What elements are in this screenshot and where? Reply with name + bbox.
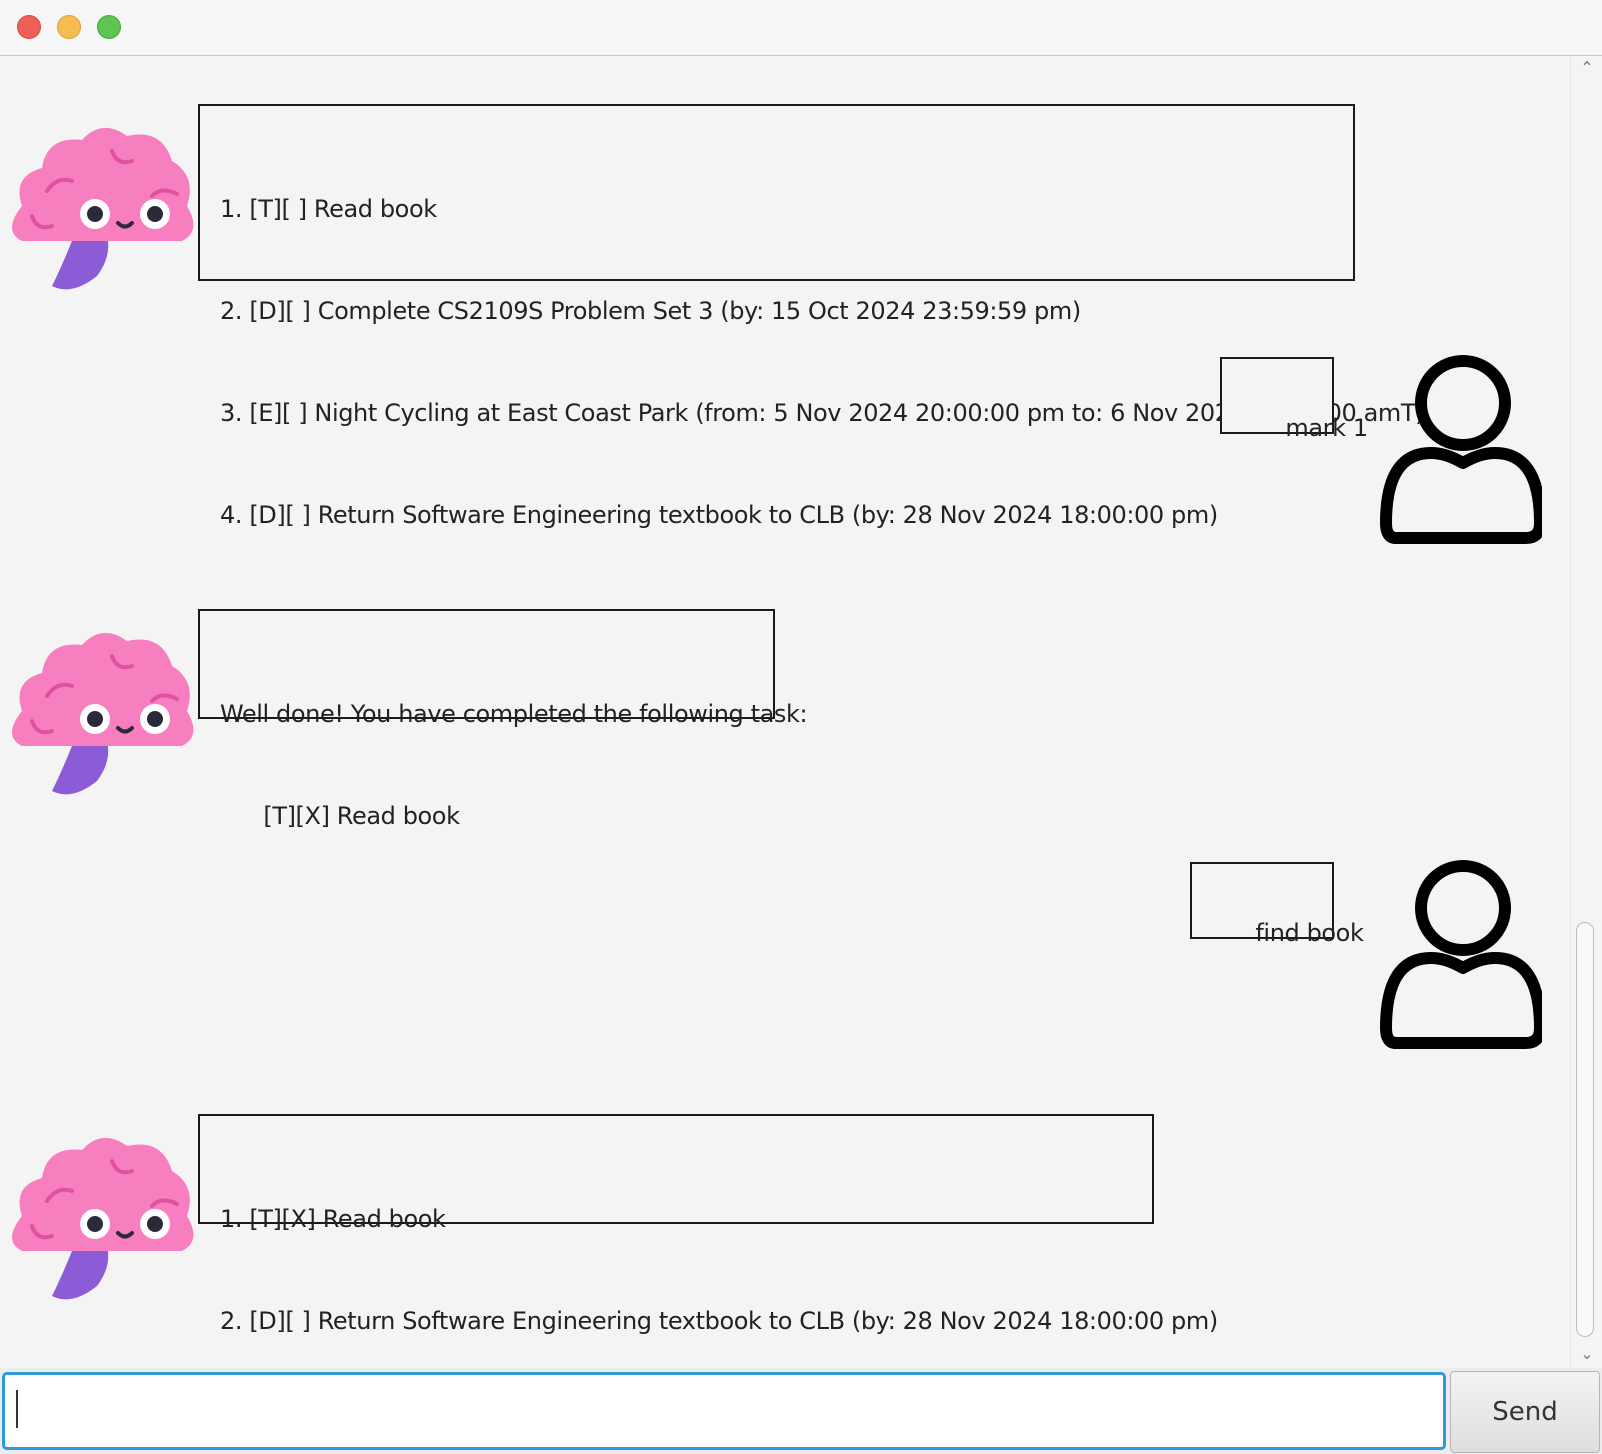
message-line: 3. [E][ ] Night Cycling at East Coast Pa…	[220, 399, 1425, 427]
title-bar	[0, 0, 1602, 56]
user-outline-icon	[1380, 355, 1542, 544]
message-line: 2. [D][ ] Complete CS2109S Problem Set 3…	[220, 297, 1081, 325]
close-window-button[interactable]	[17, 15, 41, 39]
user-message-bubble: mark 1	[1220, 357, 1368, 442]
message-line: 2. [D][ ] Return Software Engineering te…	[220, 1307, 1218, 1335]
message-line: 1. [T][ ] Read book	[220, 195, 437, 223]
message-text: mark 1	[1285, 414, 1368, 442]
minimize-window-button[interactable]	[57, 15, 81, 39]
brain-mascot-icon	[12, 127, 194, 290]
scroll-thumb[interactable]	[1576, 922, 1594, 1337]
brain-mascot-icon	[12, 1137, 194, 1300]
message-input[interactable]	[2, 1372, 1446, 1450]
brain-mascot-icon	[12, 632, 194, 795]
message-line: 4. [D][ ] Return Software Engineering te…	[220, 501, 1218, 529]
user-message-bubble: find book	[1190, 862, 1364, 947]
zoom-window-button[interactable]	[97, 15, 121, 39]
message-text: find book	[1255, 919, 1364, 947]
scroll-down-icon[interactable]: ⌄	[1579, 1346, 1595, 1362]
scroll-up-icon[interactable]: ⌃	[1579, 60, 1595, 76]
bot-message-bubble: 1. [T][X] Read book 2. [D][ ] Return Sof…	[198, 1114, 1218, 1335]
user-outline-icon	[1380, 860, 1542, 1049]
bot-message-bubble: Well done! You have completed the follow…	[198, 609, 808, 830]
app-window: 1. [T][ ] Read book 2. [D][ ] Complete C…	[0, 0, 1602, 1454]
message-line: Well done! You have completed the follow…	[220, 700, 808, 728]
message-line: [T][X] Read book	[220, 802, 460, 830]
bot-message-bubble: 1. [T][ ] Read book 2. [D][ ] Complete C…	[198, 104, 1425, 529]
send-button[interactable]: Send	[1450, 1371, 1600, 1453]
vertical-scrollbar[interactable]: ⌃ ⌄	[1570, 56, 1602, 1368]
input-bar: Send	[0, 1368, 1602, 1454]
dialog-container[interactable]: 1. [T][ ] Read book 2. [D][ ] Complete C…	[0, 56, 1570, 1368]
message-line: 1. [T][X] Read book	[220, 1205, 446, 1233]
text-caret	[16, 1390, 18, 1428]
